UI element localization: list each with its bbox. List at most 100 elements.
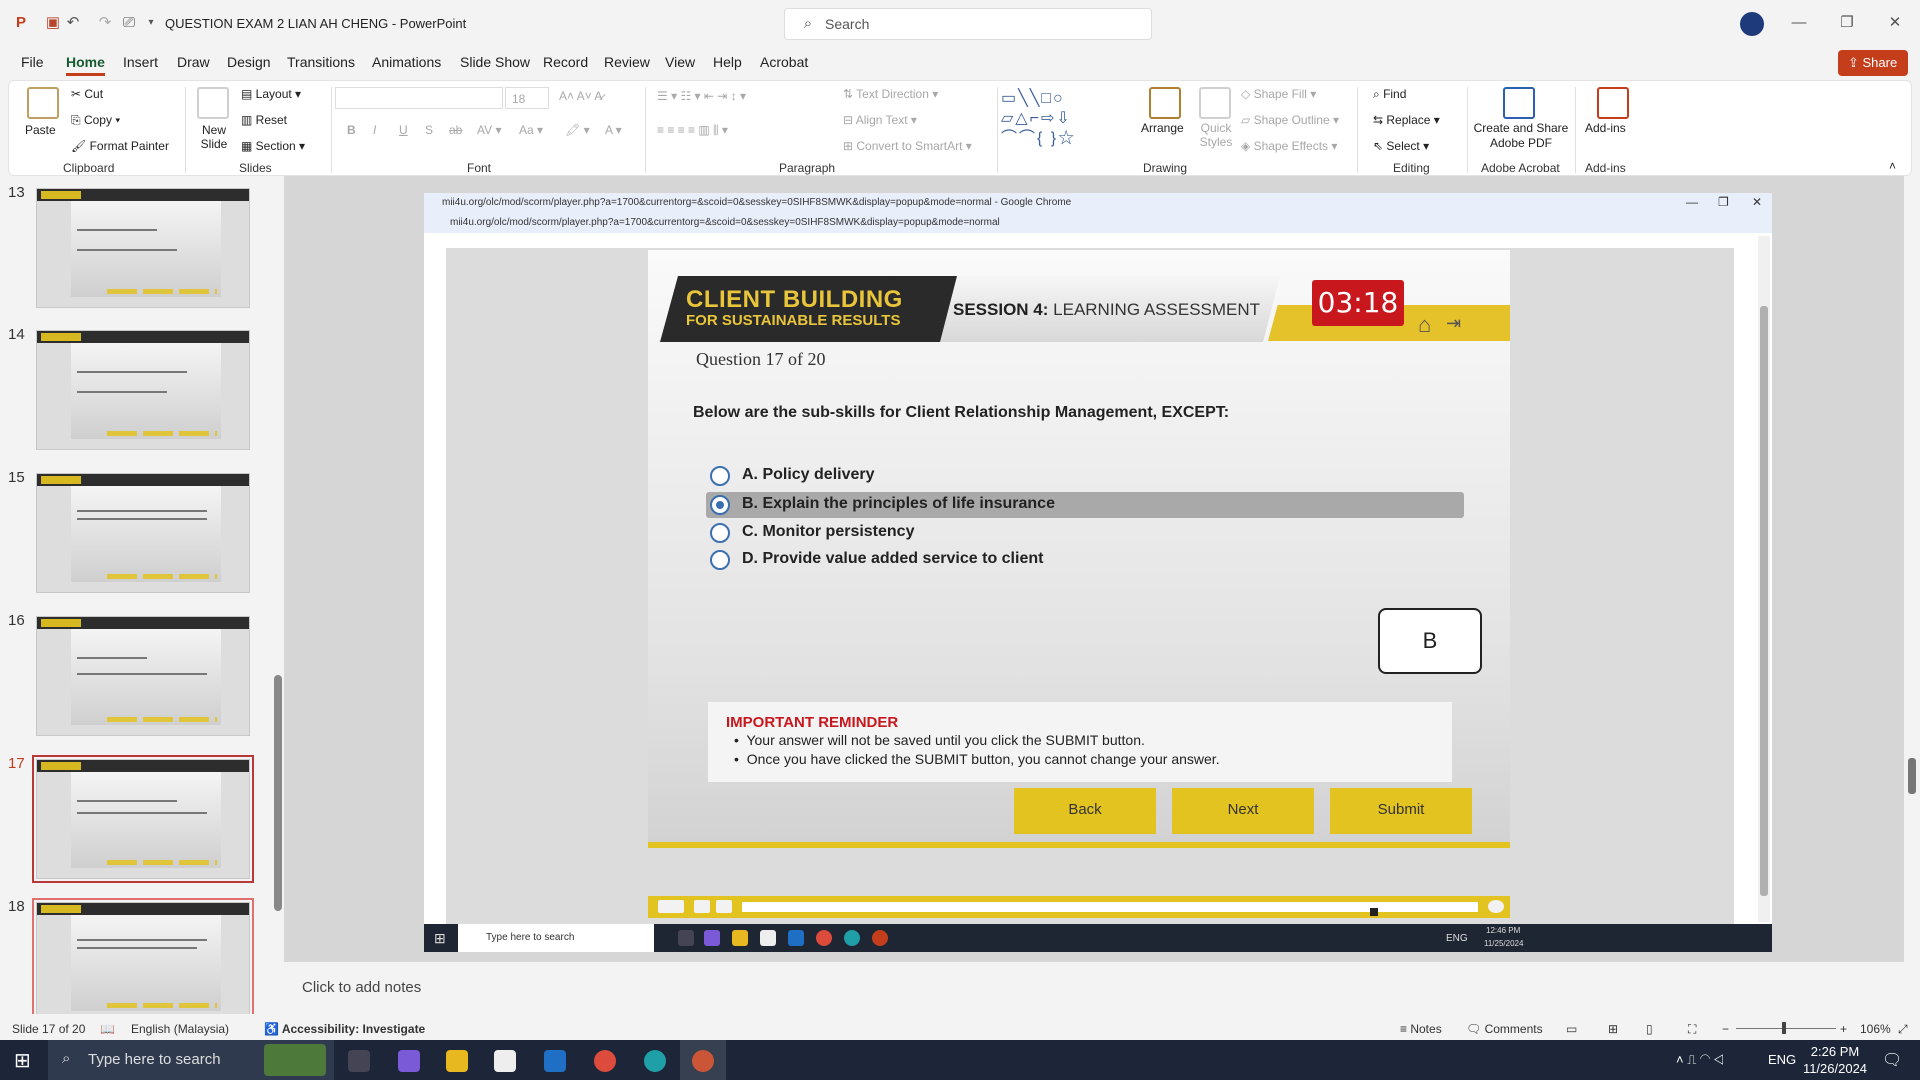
answer-textbox[interactable]: B bbox=[1378, 608, 1482, 674]
new-slide-button[interactable]: New Slide bbox=[197, 123, 231, 151]
underline-button[interactable]: U bbox=[399, 123, 408, 137]
tab-help[interactable]: Help bbox=[713, 54, 742, 70]
section-label: Section bbox=[255, 139, 296, 153]
quick-styles-button[interactable]: Quick Styles bbox=[1199, 121, 1233, 149]
task-view-icon[interactable] bbox=[348, 1050, 370, 1072]
undo-icon[interactable]: ↶ bbox=[64, 14, 82, 32]
reading-view-icon[interactable]: ▯ bbox=[1646, 1022, 1653, 1036]
share-button[interactable]: ⇪ Share bbox=[1838, 50, 1908, 76]
comments-button[interactable]: 🗨 Comments bbox=[1466, 1022, 1543, 1036]
normal-view-icon[interactable]: ▭ bbox=[1566, 1022, 1577, 1036]
slide-thumbnail[interactable] bbox=[36, 616, 250, 736]
copy-button[interactable]: ⎘ Copy ▾ bbox=[71, 113, 120, 128]
close-icon[interactable]: ✕ bbox=[1886, 14, 1904, 32]
edge-icon[interactable] bbox=[644, 1050, 666, 1072]
zoom-slider[interactable] bbox=[1736, 1028, 1836, 1029]
taskbar-search[interactable]: ⌕ Type here to search bbox=[48, 1040, 334, 1080]
fit-slide-icon[interactable]: ⤢ bbox=[1898, 1022, 1908, 1037]
slide-scrollbar[interactable] bbox=[1906, 176, 1918, 962]
find-button[interactable]: ⌕ Find bbox=[1373, 87, 1406, 102]
replace-button[interactable]: ⇆ Replace ▾ bbox=[1373, 113, 1440, 127]
tab-insert[interactable]: Insert bbox=[123, 54, 158, 70]
align-text-button[interactable]: ⊟ Align Text ▾ bbox=[843, 113, 917, 127]
tray-icons[interactable]: ˄ ⎍ ◠ ◁ bbox=[1676, 1052, 1724, 1068]
font-color-icon[interactable]: A ▾ bbox=[605, 123, 622, 137]
tab-review[interactable]: Review bbox=[604, 54, 650, 70]
minimize-icon[interactable]: — bbox=[1790, 14, 1808, 32]
tab-draw[interactable]: Draw bbox=[177, 54, 210, 70]
tab-design[interactable]: Design bbox=[227, 54, 271, 70]
font-name-input[interactable] bbox=[335, 87, 503, 109]
tab-home[interactable]: Home bbox=[66, 54, 105, 76]
section-button[interactable]: ▦ Section ▾ bbox=[241, 139, 305, 153]
present-icon[interactable]: ⎚ bbox=[120, 14, 138, 32]
outlook-icon[interactable] bbox=[544, 1050, 566, 1072]
font-size-adjust-icons[interactable]: A˄ A˅ A̷ bbox=[559, 89, 602, 103]
paste-button[interactable]: Paste bbox=[25, 123, 56, 137]
collapse-ribbon-icon[interactable]: ˄ bbox=[1889, 159, 1896, 173]
accessibility-status[interactable]: ♿ Accessibility: Investigate bbox=[264, 1022, 425, 1036]
shape-effects-button[interactable]: ◈ Shape Effects ▾ bbox=[1241, 139, 1337, 153]
font-size-input[interactable]: 18 bbox=[505, 87, 549, 109]
redo-icon[interactable]: ↷ bbox=[96, 14, 114, 32]
tab-transitions[interactable]: Transitions bbox=[287, 54, 355, 70]
layout-button[interactable]: ▤ Layout ▾ bbox=[241, 87, 301, 101]
store-icon[interactable] bbox=[494, 1050, 516, 1072]
copilot-icon[interactable] bbox=[398, 1050, 420, 1072]
customize-toolbar-icon[interactable]: ▾ bbox=[142, 14, 160, 32]
language-status[interactable]: English (Malaysia) bbox=[131, 1022, 229, 1036]
create-share-pdf-button[interactable]: Create and Share Adobe PDF bbox=[1471, 121, 1571, 151]
chrome-icon[interactable] bbox=[594, 1050, 616, 1072]
notifications-icon[interactable]: 🗨 bbox=[1882, 1050, 1902, 1070]
thumbnails-scrollbar[interactable] bbox=[274, 180, 282, 1010]
shape-fill-button[interactable]: ◇ Shape Fill ▾ bbox=[1241, 87, 1316, 101]
windows-start-icon[interactable]: ⊞ bbox=[14, 1048, 31, 1073]
slide-sorter-icon[interactable]: ⊞ bbox=[1608, 1022, 1618, 1036]
change-case-button[interactable]: Aa ▾ bbox=[519, 123, 543, 137]
search-box[interactable]: ⌕ Search bbox=[784, 8, 1152, 40]
tab-view[interactable]: View bbox=[665, 54, 695, 70]
slideshow-icon[interactable]: ⛶ bbox=[1688, 1022, 1696, 1037]
zoom-out-icon[interactable]: − bbox=[1722, 1022, 1729, 1036]
slide-thumbnail[interactable] bbox=[32, 898, 254, 1026]
spellcheck-icon[interactable]: 📖 bbox=[100, 1022, 115, 1036]
notes-pane[interactable]: Click to add notes bbox=[284, 962, 1904, 1012]
slide-thumbnail-selected[interactable] bbox=[32, 755, 254, 883]
tab-animations[interactable]: Animations bbox=[372, 54, 441, 70]
maximize-icon[interactable]: ❐ bbox=[1838, 14, 1856, 32]
tab-acrobat[interactable]: Acrobat bbox=[760, 54, 808, 70]
select-button[interactable]: ⇖ Select ▾ bbox=[1373, 139, 1429, 153]
bold-button[interactable]: B bbox=[347, 123, 356, 137]
tab-record[interactable]: Record bbox=[543, 54, 588, 70]
zoom-level[interactable]: 106% bbox=[1860, 1022, 1891, 1036]
taskbar-clock[interactable]: 2:26 PM 11/26/2024 bbox=[1790, 1043, 1880, 1077]
shapes-gallery[interactable]: ▭╲╲□○ ▱△⌐⇨⇩ ⌒⌒{ }☆ bbox=[1001, 89, 1137, 149]
bullets-icons[interactable]: ☰ ▾ ☷ ▾ ⇤ ⇥ ↕ ▾ bbox=[657, 89, 746, 103]
char-spacing-button[interactable]: AV ▾ bbox=[477, 123, 501, 137]
file-explorer-icon[interactable] bbox=[446, 1050, 468, 1072]
slide-thumbnail[interactable] bbox=[36, 188, 250, 308]
arrange-button[interactable]: Arrange bbox=[1141, 121, 1184, 135]
italic-button[interactable]: I bbox=[373, 123, 376, 137]
tab-file[interactable]: File bbox=[21, 54, 44, 70]
tab-slide-show[interactable]: Slide Show bbox=[460, 54, 530, 70]
notes-button[interactable]: ≡ Notes bbox=[1400, 1022, 1442, 1036]
reset-button[interactable]: ▥ Reset bbox=[241, 113, 287, 127]
cut-button[interactable]: ✂ Cut bbox=[71, 87, 103, 101]
shape-outline-button[interactable]: ▱ Shape Outline ▾ bbox=[1241, 113, 1339, 127]
shadow-button[interactable]: S bbox=[425, 123, 433, 137]
alignment-icons[interactable]: ≡ ≡ ≡ ≡ ▥ ⫼ ▾ bbox=[657, 123, 728, 138]
highlight-icon[interactable]: 🖍 ▾ bbox=[565, 123, 590, 137]
strikethrough-button[interactable]: ab bbox=[449, 123, 462, 137]
slide-thumbnail[interactable] bbox=[36, 330, 250, 450]
zoom-slider-thumb[interactable] bbox=[1782, 1022, 1786, 1034]
convert-smartart-button[interactable]: ⊞ Convert to SmartArt ▾ bbox=[843, 139, 972, 153]
zoom-in-icon[interactable]: + bbox=[1840, 1022, 1847, 1036]
text-direction-button[interactable]: ⇅ Text Direction ▾ bbox=[843, 87, 938, 101]
format-painter-button[interactable]: 🖌 Format Painter bbox=[71, 139, 169, 153]
slide-thumbnail[interactable] bbox=[36, 473, 250, 593]
share-label: Share bbox=[1862, 55, 1898, 70]
save-icon[interactable]: ▣ bbox=[44, 14, 62, 32]
add-ins-button[interactable]: Add-ins bbox=[1585, 121, 1626, 135]
account-avatar[interactable] bbox=[1740, 12, 1764, 36]
